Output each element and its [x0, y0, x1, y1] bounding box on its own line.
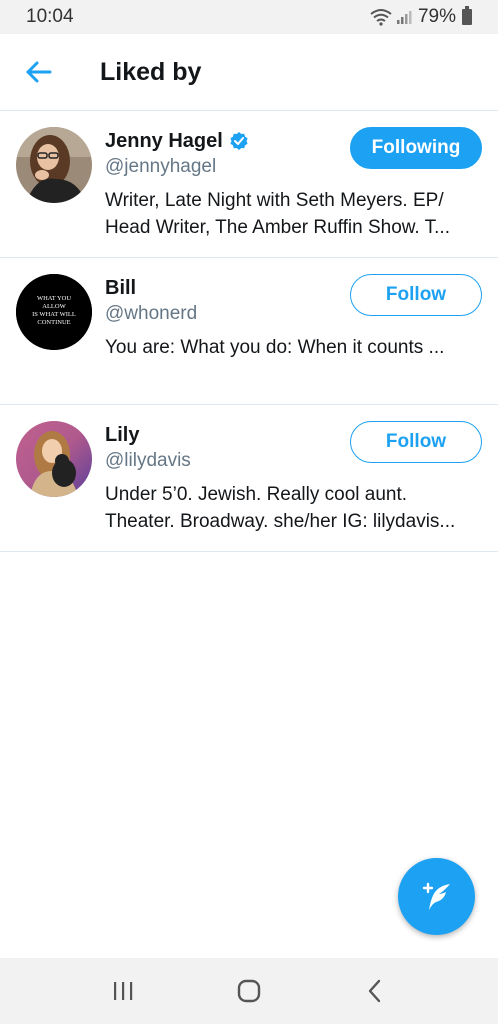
system-nav-bar [0, 958, 498, 1024]
user-row[interactable]: WHAT YOU ALLOW IS WHAT WILL CONTINUE Bil… [0, 258, 498, 405]
chevron-left-icon [368, 979, 381, 1003]
compose-tweet-button[interactable] [398, 858, 475, 935]
user-name: Bill [105, 276, 137, 299]
verified-badge-icon [230, 132, 248, 150]
user-bio: Under 5’0. Jewish. Really cool aunt. The… [105, 484, 456, 532]
recent-apps-icon [114, 982, 133, 1000]
status-bar: 10:04 79% [0, 0, 498, 34]
status-icons [370, 8, 412, 26]
page-title: Liked by [100, 57, 202, 86]
following-button[interactable]: Following [350, 127, 482, 169]
user-name: Lily [105, 423, 140, 446]
signal-icon [396, 11, 412, 24]
user-row[interactable]: Lily @lilydavis Under 5’0. Jewish. Reall… [0, 405, 498, 552]
back-nav-button[interactable] [345, 966, 405, 1016]
header: Liked by [0, 34, 498, 111]
avatar[interactable] [16, 421, 92, 497]
status-right: 79% [370, 6, 472, 28]
arrow-left-icon [26, 61, 52, 83]
user-bio: You are: What you do: When it counts ... [105, 337, 445, 358]
user-list: Jenny Hagel @jennyhagel Writer, Late Nig… [0, 111, 498, 552]
avatar-quote-image: WHAT YOU ALLOW IS WHAT WILL CONTINUE [16, 274, 92, 350]
avatar-text-line: IS WHAT WILL [32, 311, 76, 318]
battery-icon [462, 6, 472, 25]
recent-apps-button[interactable] [93, 966, 153, 1016]
avatar-text-line: WHAT YOU [37, 295, 71, 302]
avatar-photo [16, 127, 92, 203]
wifi-icon [370, 9, 392, 26]
follow-button[interactable]: Follow [350, 274, 482, 316]
status-time: 10:04 [26, 6, 74, 27]
follow-button[interactable]: Follow [350, 421, 482, 463]
avatar-illustration [16, 421, 92, 497]
user-name: Jenny Hagel [105, 129, 223, 152]
user-bio: Writer, Late Night with Seth Meyers. EP/… [105, 190, 450, 238]
battery-percent: 79% [417, 6, 456, 27]
home-button[interactable] [219, 966, 279, 1016]
compose-tweet-icon [422, 882, 450, 910]
home-icon [237, 979, 261, 1003]
avatar-text-line: ALLOW [42, 303, 66, 310]
avatar-text-line: CONTINUE [37, 319, 70, 326]
user-row[interactable]: Jenny Hagel @jennyhagel Writer, Late Nig… [0, 111, 498, 258]
avatar[interactable] [16, 127, 92, 203]
back-button[interactable] [0, 34, 78, 111]
avatar[interactable]: WHAT YOU ALLOW IS WHAT WILL CONTINUE [16, 274, 92, 350]
